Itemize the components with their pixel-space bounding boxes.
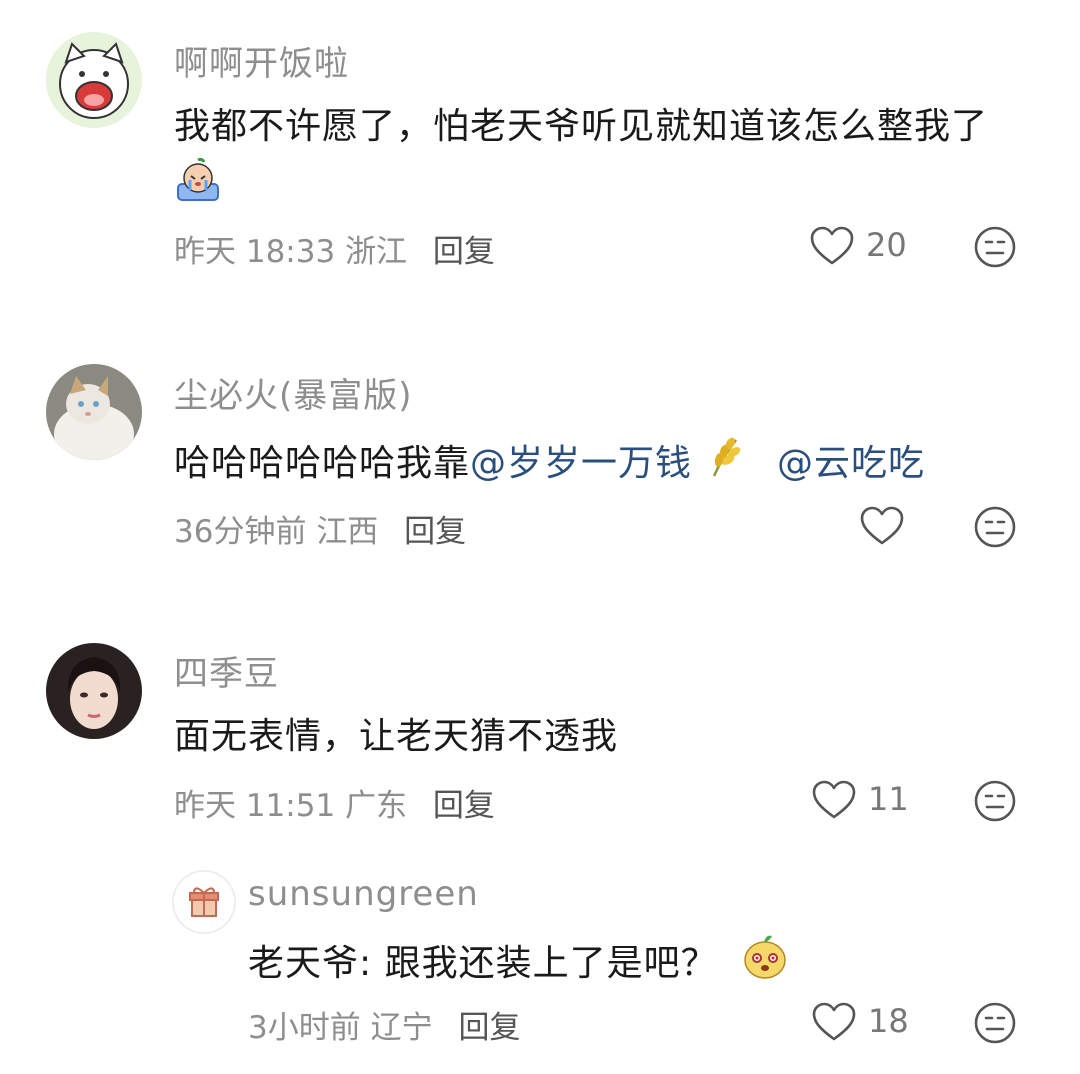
location: 江西 <box>316 514 379 550</box>
comment-text: 面无表情，让老天猜不透我 <box>174 708 1034 766</box>
like-button[interactable]: 18 <box>812 998 922 1048</box>
crying-emoji-icon <box>174 156 222 222</box>
cat-photo-avatar-icon <box>46 364 142 460</box>
emoji-react-button[interactable] <box>974 226 1016 268</box>
like-count: 11 <box>868 780 909 818</box>
comment-text-content: 面无表情，让老天猜不透我 <box>174 716 619 757</box>
like-count: 18 <box>868 1002 909 1040</box>
heart-outline-icon <box>812 1002 856 1041</box>
reply-text-content: 老天爷: 跟我还装上了是吧？ <box>248 943 718 984</box>
comment-text: 我都不许愿了，怕老天爷听见就知道该怎么整我了 <box>174 98 1034 222</box>
reply-button[interactable]: 回复 <box>404 514 466 550</box>
comment-text-content: 我都不许愿了，怕老天爷听见就知道该怎么整我了 <box>174 106 989 147</box>
woman-photo-avatar-icon <box>46 643 142 739</box>
location: 浙江 <box>345 234 408 270</box>
like-button[interactable]: 11 <box>812 776 922 826</box>
emoji-react-button[interactable] <box>974 780 1016 822</box>
emoji-react-button[interactable] <box>974 1002 1016 1044</box>
like-button[interactable]: 20 <box>810 222 920 272</box>
reply-button[interactable]: 回复 <box>458 1010 520 1046</box>
location: 辽宁 <box>370 1010 433 1046</box>
heart-outline-icon <box>812 780 856 819</box>
heart-outline-icon <box>810 226 854 265</box>
username[interactable]: 啊啊开饭啦 <box>174 36 349 85</box>
username[interactable]: 尘必火(暴富版) <box>174 368 413 417</box>
comment-meta: 昨天 18:33 浙江 回复 <box>174 226 495 271</box>
reply-button[interactable]: 回复 <box>433 234 495 270</box>
timestamp: 昨天 11:51 <box>174 788 336 824</box>
comment-text: 哈哈哈哈哈哈我靠@岁岁一万钱 @云吃吃 <box>174 434 1034 496</box>
neutral-face-icon <box>974 506 1016 548</box>
location: 广东 <box>345 788 408 824</box>
reply-meta: 3小时前 辽宁 回复 <box>248 1002 520 1047</box>
avatar-woman-photo[interactable] <box>46 643 142 739</box>
comment-text-content: 哈哈哈哈哈哈我靠 <box>174 443 471 484</box>
reply-button[interactable]: 回复 <box>433 788 495 824</box>
like-button[interactable] <box>860 502 970 552</box>
comment-meta: 昨天 11:51 广东 回复 <box>174 780 495 825</box>
neutral-face-icon <box>974 1002 1016 1044</box>
emoji-react-button[interactable] <box>974 506 1016 548</box>
comment-meta: 36分钟前 江西 回复 <box>174 506 466 551</box>
timestamp: 36分钟前 <box>174 514 307 550</box>
reply-username[interactable]: sunsungreen <box>248 874 479 914</box>
avatar-cat-cartoon[interactable] <box>46 32 142 128</box>
neutral-face-icon <box>974 780 1016 822</box>
reply-text: 老天爷: 跟我还装上了是吧？ <box>248 932 1080 998</box>
timestamp: 3小时前 <box>248 1010 361 1046</box>
mention-link[interactable]: @云吃吃 <box>777 443 925 484</box>
username[interactable]: 四季豆 <box>174 646 279 695</box>
gift-icon <box>189 887 219 917</box>
avatar-gift[interactable] <box>172 870 236 934</box>
like-count: 20 <box>866 226 907 264</box>
timestamp: 昨天 18:33 <box>174 234 336 270</box>
neutral-face-icon <box>974 226 1016 268</box>
rice-ear-emoji-icon <box>704 434 748 496</box>
heart-outline-icon <box>860 506 904 545</box>
avatar-cat-photo[interactable] <box>46 364 142 460</box>
cat-cartoon-avatar-icon <box>46 32 142 128</box>
mascot-emoji-icon <box>742 932 788 998</box>
mention-link[interactable]: @岁岁一万钱 <box>470 443 692 484</box>
